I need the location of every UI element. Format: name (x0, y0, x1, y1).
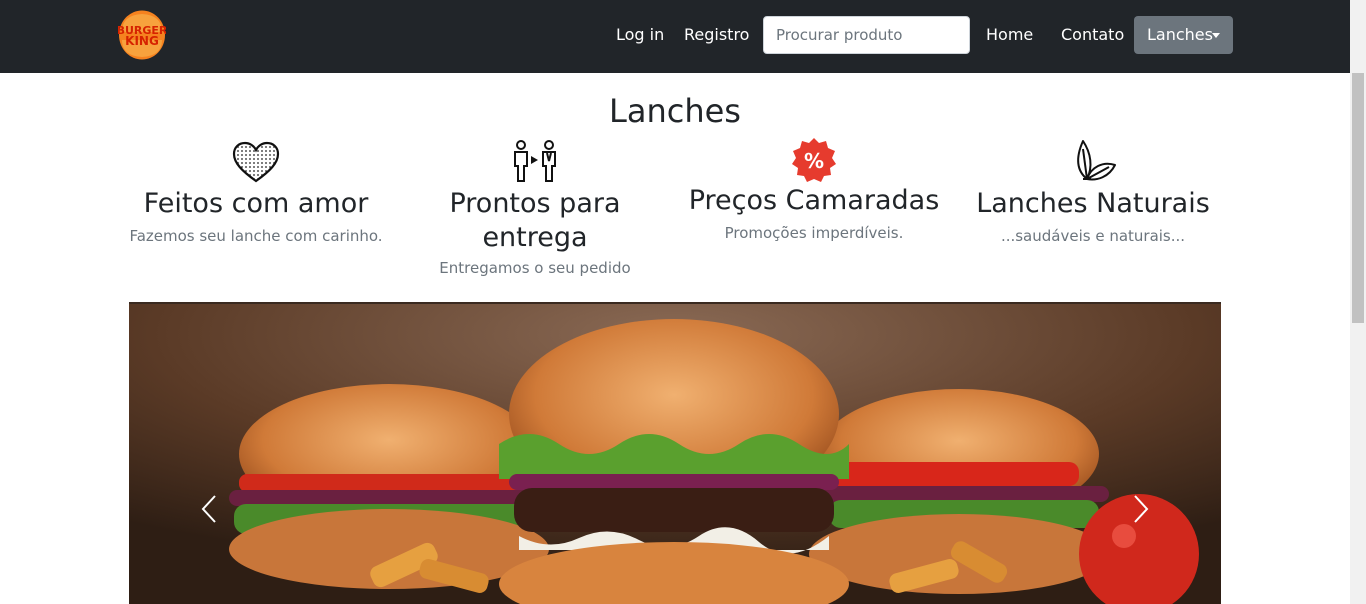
feature-title: Preços Camaradas (688, 185, 940, 216)
carousel-prev-button[interactable] (189, 494, 229, 524)
leaf-icon (1077, 140, 1116, 181)
brand-logo[interactable]: BURGER KING (117, 10, 168, 60)
dropdown-label: Lanches (1147, 25, 1213, 44)
navbar: BURGER KING Log in Registro Home Contato… (0, 0, 1350, 73)
feature-text: Fazemos seu lanche com carinho. (129, 227, 383, 245)
burgers-with-fries-image (129, 304, 1221, 604)
search-input[interactable] (763, 16, 970, 54)
feature-text: Entregamos o seu pedido (439, 259, 631, 277)
delivery-people-icon (514, 140, 556, 182)
scrollbar-thumb[interactable] (1352, 73, 1364, 323)
lanches-dropdown-button[interactable]: Lanches (1134, 16, 1233, 54)
logo-text-bottom: KING (125, 34, 159, 48)
svg-text:%: % (804, 149, 824, 173)
page-title: Lanches (609, 92, 741, 130)
feature-prices: % Preços Camaradas Promoções imperdíveis… (674, 137, 954, 244)
feature-title: Prontos para entrega (449, 188, 621, 253)
feature-title: Lanches Naturais (976, 188, 1210, 219)
feature-natural: Lanches Naturais ...saudáveis e naturais… (953, 139, 1233, 247)
contact-link[interactable]: Contato (1061, 24, 1124, 46)
feature-love: Feitos com amor Fazemos seu lanche com c… (116, 141, 396, 247)
chevron-left-icon (201, 495, 216, 523)
register-link[interactable]: Registro (684, 24, 749, 46)
feature-text: ...saudáveis e naturais... (1000, 227, 1186, 245)
login-link[interactable]: Log in (616, 24, 664, 46)
feature-title: Feitos com amor (143, 188, 369, 219)
feature-text: Promoções imperdíveis. (724, 224, 904, 242)
heart-icon (232, 141, 280, 183)
caret-down-icon (1212, 33, 1220, 38)
hero-carousel[interactable] (129, 302, 1221, 604)
burger-king-logo-icon: BURGER KING (117, 10, 168, 60)
home-link[interactable]: Home (986, 24, 1033, 46)
feature-delivery: Prontos para entrega Entregamos o seu pe… (395, 139, 675, 279)
chevron-right-icon (1134, 495, 1149, 523)
page-scrollbar[interactable] (1350, 0, 1366, 604)
discount-badge-icon: % (792, 138, 836, 182)
carousel-next-button[interactable] (1121, 494, 1161, 524)
